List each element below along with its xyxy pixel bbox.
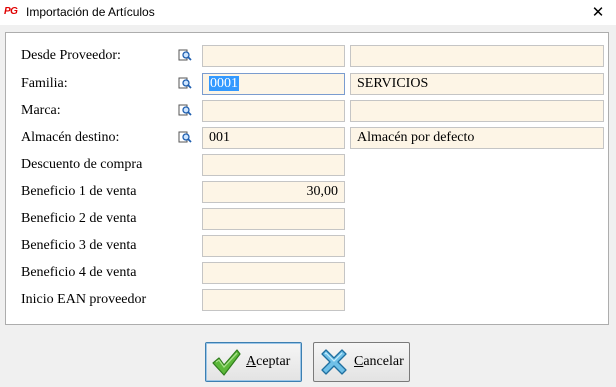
almacen-code-field[interactable]: 001 [202, 127, 345, 149]
cancel-label-rest: ancelar [363, 354, 404, 369]
row-descuento: Descuento de compra [6, 154, 610, 176]
accept-label: Aceptar [246, 354, 290, 370]
title-bar: PG Importación de Artículos ✕ [0, 0, 616, 25]
row-beneficio-4: Beneficio 4 de venta [6, 262, 610, 284]
cancel-access-key: C [354, 354, 364, 369]
proveedor-desc-field[interactable] [350, 45, 604, 67]
row-familia: Familia: 0001 SERVICIOS [6, 73, 610, 95]
lookup-familia-icon[interactable] [178, 76, 192, 90]
accept-button[interactable]: Aceptar [205, 342, 302, 382]
almacen-desc-field[interactable]: Almacén por defecto [350, 127, 604, 149]
label-beneficio-1: Beneficio 1 de venta [21, 184, 137, 199]
lookup-marca-icon[interactable] [178, 103, 192, 117]
proveedor-code-field[interactable] [202, 45, 345, 67]
label-proveedor: Desde Proveedor: [21, 48, 121, 63]
label-descuento: Descuento de compra [21, 157, 143, 172]
cancel-button[interactable]: Cancelar [313, 342, 410, 382]
row-beneficio-3: Beneficio 3 de venta [6, 235, 610, 257]
row-beneficio-2: Beneficio 2 de venta [6, 208, 610, 230]
familia-code-selected-text: 0001 [209, 76, 239, 91]
row-almacen: Almacén destino: 001 Almacén por defecto [6, 127, 610, 149]
label-almacen: Almacén destino: [21, 130, 120, 145]
marca-desc-field[interactable] [350, 100, 604, 122]
window-title: Importación de Artículos [26, 5, 155, 19]
marca-code-field[interactable] [202, 100, 345, 122]
beneficio-3-field[interactable] [202, 235, 345, 257]
descuento-field[interactable] [202, 154, 345, 176]
lookup-almacen-icon[interactable] [178, 130, 192, 144]
familia-code-field[interactable]: 0001 [202, 73, 345, 95]
cancel-label: Cancelar [354, 354, 404, 370]
green-check-icon [212, 349, 241, 376]
accept-label-rest: ceptar [256, 354, 291, 369]
row-beneficio-1: Beneficio 1 de venta 30,00 [6, 181, 610, 203]
beneficio-1-field[interactable]: 30,00 [202, 181, 345, 203]
accept-access-key: A [246, 354, 257, 369]
row-proveedor: Desde Proveedor: [6, 45, 610, 67]
row-marca: Marca: [6, 100, 610, 122]
familia-desc-field[interactable]: SERVICIOS [350, 73, 604, 95]
app-logo-icon: PG [4, 6, 18, 17]
close-button[interactable]: ✕ [586, 0, 610, 25]
label-beneficio-2: Beneficio 2 de venta [21, 211, 137, 226]
blue-x-icon [321, 349, 347, 375]
import-form-panel: Desde Proveedor: Familia: 0001 SERVICIOS… [5, 32, 609, 325]
beneficio-4-field[interactable] [202, 262, 345, 284]
lookup-proveedor-icon[interactable] [178, 48, 192, 62]
label-familia: Familia: [21, 76, 68, 91]
ean-field[interactable] [202, 289, 345, 311]
beneficio-2-field[interactable] [202, 208, 345, 230]
label-ean: Inicio EAN proveedor [21, 292, 147, 307]
label-beneficio-4: Beneficio 4 de venta [21, 265, 137, 280]
row-ean: Inicio EAN proveedor [6, 289, 610, 311]
label-beneficio-3: Beneficio 3 de venta [21, 238, 137, 253]
label-marca: Marca: [21, 103, 61, 118]
